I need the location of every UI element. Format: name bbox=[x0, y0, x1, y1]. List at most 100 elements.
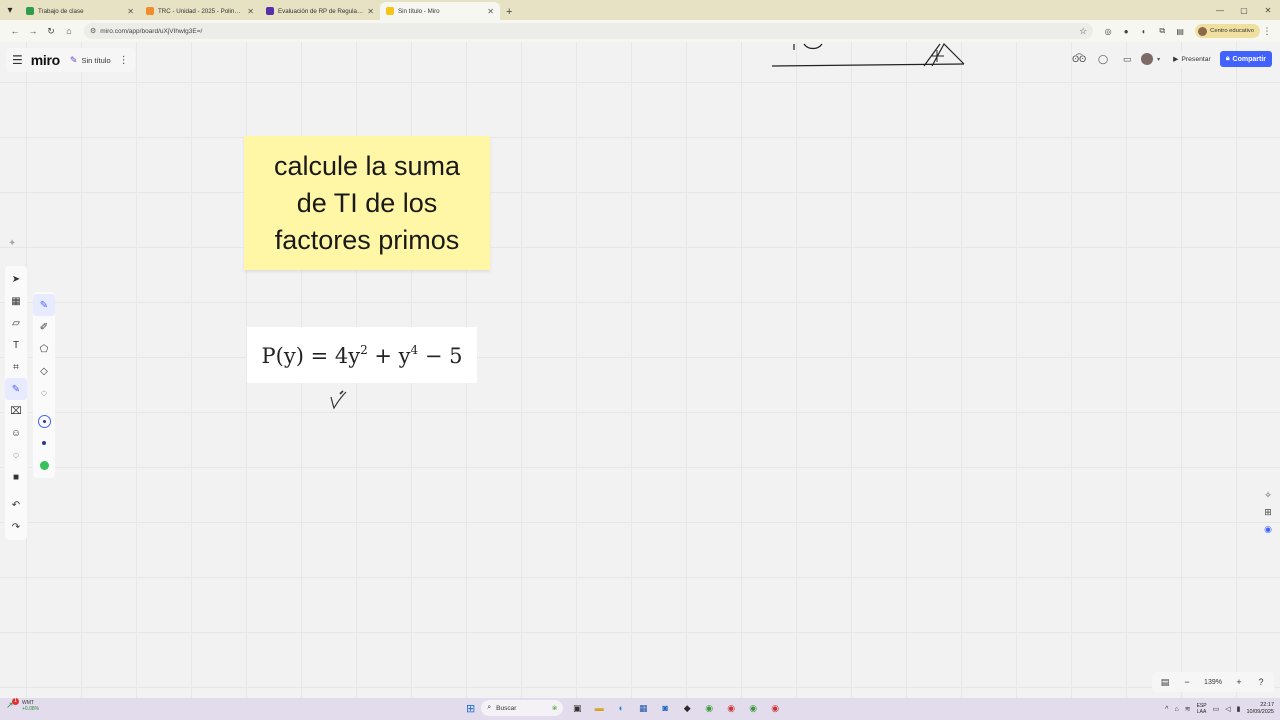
bookmark-star-icon[interactable]: ☆ bbox=[1079, 26, 1087, 37]
task-view-icon[interactable]: ▣ bbox=[569, 700, 585, 716]
extension-icon[interactable]: ● bbox=[1117, 27, 1135, 36]
play-icon: ▶ bbox=[1173, 56, 1179, 63]
formula-card[interactable]: P(y) = 4y2 + y4 − 5 bbox=[247, 327, 477, 383]
tab-search-icon[interactable]: ▾ bbox=[0, 0, 20, 20]
sticky-note-tool-icon[interactable]: ▱ bbox=[5, 312, 27, 334]
close-window-icon[interactable]: ✕ bbox=[1256, 6, 1280, 15]
apps-icon[interactable]: ■ bbox=[5, 466, 27, 488]
frame-tool-icon[interactable]: ⌧ bbox=[5, 400, 27, 422]
reactions-icon[interactable]: ʘ͡ʘ bbox=[1069, 54, 1089, 64]
lasso-icon[interactable]: ◌ bbox=[33, 382, 55, 404]
store-icon[interactable]: ▦ bbox=[635, 700, 651, 716]
sticky-note-text: calcule la suma de TI de los factores pr… bbox=[273, 150, 461, 255]
windows-start-icon[interactable]: ⊞ bbox=[466, 702, 475, 715]
more-options-icon[interactable]: ⋮ bbox=[119, 55, 129, 66]
pen-tool-icon[interactable]: ✎ bbox=[5, 378, 27, 400]
ai-sparkle-icon[interactable]: ✦ bbox=[8, 238, 16, 249]
smart-drawing-icon[interactable]: ⬠ bbox=[33, 338, 55, 360]
maximize-icon[interactable]: ▢ bbox=[1232, 6, 1256, 15]
sidebar-icon[interactable]: ▤ bbox=[1171, 27, 1189, 36]
close-icon[interactable]: ✕ bbox=[487, 7, 494, 16]
zoom-level[interactable]: 139% bbox=[1200, 679, 1226, 686]
chrome-icon[interactable]: ◉ bbox=[723, 700, 739, 716]
select-tool-icon[interactable]: ➤ bbox=[5, 268, 27, 290]
close-icon[interactable]: ✕ bbox=[367, 7, 374, 16]
taskbar-search[interactable]: ⌕ Buscar ❀ bbox=[481, 700, 564, 716]
color-swatch-selected[interactable] bbox=[33, 410, 55, 432]
wifi-icon[interactable]: ≋ bbox=[1185, 705, 1191, 713]
stroke-size-swatch[interactable] bbox=[33, 432, 55, 454]
system-tray: ^ ⌂ ≋ ESP LAA ▭ ◁ ▮ 22:17 10/09/2025 bbox=[1165, 700, 1274, 718]
network-icon[interactable]: ⌂ bbox=[1174, 706, 1178, 713]
user-avatar[interactable] bbox=[1141, 53, 1154, 65]
stickers-icon[interactable]: ☺ bbox=[5, 422, 27, 444]
profile-button[interactable]: Centro educativo bbox=[1195, 24, 1260, 38]
new-tab-button[interactable]: + bbox=[500, 6, 518, 20]
grid-apps-icon[interactable]: ⊞ bbox=[1264, 507, 1272, 518]
chrome-icon[interactable]: ◉ bbox=[745, 700, 761, 716]
browser-tab-4[interactable]: Sin título - Miro ✕ bbox=[380, 2, 500, 20]
monitor-icon[interactable]: ▭ bbox=[1213, 705, 1220, 713]
pen-icon[interactable]: ✎ bbox=[33, 294, 55, 316]
extension-icon[interactable]: ◐ bbox=[1135, 27, 1153, 36]
comment-tool-icon[interactable]: ◌ bbox=[5, 444, 27, 466]
text-tool-icon[interactable]: T bbox=[5, 334, 27, 356]
file-explorer-icon[interactable]: ▬ bbox=[591, 700, 607, 716]
miro-canvas[interactable]: ☰ miro ✎ Sin título ⋮ ʘ͡ʘ ◯ ▭ ▾ ▶ Presen… bbox=[0, 42, 1280, 698]
comments-icon[interactable]: ◯ bbox=[1093, 54, 1113, 65]
url-field[interactable]: ⚙ miro.com/app/board/uXjVIhwlg3E=/ ☆ bbox=[84, 23, 1094, 39]
forward-icon[interactable]: → bbox=[24, 26, 42, 36]
redo-icon[interactable]: ↷ bbox=[5, 516, 27, 538]
volume-icon[interactable]: ◁ bbox=[1225, 705, 1230, 713]
chevron-down-icon[interactable]: ▾ bbox=[1157, 56, 1160, 63]
board-layout-icon[interactable]: ▤ bbox=[1156, 677, 1174, 688]
share-button[interactable]: 🔒︎ Compartir bbox=[1219, 51, 1272, 67]
chrome-icon[interactable]: ◉ bbox=[767, 700, 783, 716]
ai-assist-icon[interactable]: ✧ bbox=[1264, 490, 1272, 501]
sticky-note[interactable]: calcule la suma de TI de los factores pr… bbox=[244, 136, 490, 270]
chevron-up-icon[interactable]: ^ bbox=[1165, 706, 1168, 713]
extension-icon[interactable]: ◎ bbox=[1099, 27, 1117, 36]
eraser-icon[interactable]: ◇ bbox=[33, 360, 55, 382]
browser-tab-1[interactable]: Trabajo de clase ✕ bbox=[20, 2, 140, 20]
outlook-icon[interactable]: ◙ bbox=[657, 700, 673, 716]
help-icon[interactable]: ? bbox=[1252, 677, 1270, 687]
main-menu-icon[interactable]: ☰ bbox=[12, 53, 23, 67]
present-label: Presentar bbox=[1181, 55, 1211, 63]
browser-menu-icon[interactable]: ⋮ bbox=[1260, 26, 1274, 37]
present-button[interactable]: ▶ Presentar bbox=[1168, 51, 1216, 67]
templates-icon[interactable]: ▦ bbox=[5, 290, 27, 312]
app-icon[interactable]: ◆ bbox=[679, 700, 695, 716]
notification-badge: 1 bbox=[12, 698, 19, 705]
chat-bot-icon[interactable]: ◉ bbox=[1264, 524, 1272, 535]
battery-icon[interactable]: ▮ bbox=[1237, 705, 1241, 713]
video-call-icon[interactable]: ▭ bbox=[1117, 54, 1137, 65]
widgets-button[interactable]: ↗ 1 WMT +0.08% bbox=[6, 698, 39, 712]
shapes-tool-icon[interactable]: ⌗ bbox=[5, 356, 27, 378]
zoom-out-icon[interactable]: − bbox=[1178, 677, 1196, 687]
browser-tab-strip: ▾ Trabajo de clase ✕ TRC - Unidad - 2025… bbox=[0, 0, 1280, 20]
back-icon[interactable]: ← bbox=[6, 26, 24, 36]
highlighter-icon[interactable]: ✐ bbox=[33, 316, 55, 338]
language-indicator[interactable]: ESP LAA bbox=[1197, 703, 1207, 715]
board-title[interactable]: Sin título bbox=[81, 56, 110, 65]
miro-logo[interactable]: miro bbox=[31, 52, 60, 68]
color-swatch-green[interactable] bbox=[33, 454, 55, 476]
form-icon bbox=[266, 7, 274, 15]
clock[interactable]: 22:17 10/09/2025 bbox=[1246, 702, 1274, 716]
site-settings-icon[interactable]: ⚙ bbox=[90, 27, 96, 35]
home-icon[interactable]: ⌂ bbox=[60, 26, 78, 36]
close-icon[interactable]: ✕ bbox=[127, 7, 134, 16]
reload-icon[interactable]: ↻ bbox=[42, 26, 60, 37]
edge-icon[interactable]: ◐ bbox=[613, 700, 629, 716]
undo-icon[interactable]: ↶ bbox=[5, 494, 27, 516]
zoom-in-icon[interactable]: + bbox=[1230, 677, 1248, 687]
chrome-icon[interactable]: ◉ bbox=[701, 700, 717, 716]
minimize-icon[interactable]: — bbox=[1208, 6, 1232, 15]
close-icon[interactable]: ✕ bbox=[247, 7, 254, 16]
board-pen-icon: ✎ bbox=[69, 54, 78, 65]
miro-icon bbox=[386, 7, 394, 15]
browser-tab-2[interactable]: TRC - Unidad - 2025 - Polinomi ✕ bbox=[140, 2, 260, 20]
extensions-puzzle-icon[interactable]: ⧉ bbox=[1153, 26, 1171, 36]
browser-tab-3[interactable]: Evaluación de RP de Regularida ✕ bbox=[260, 2, 380, 20]
